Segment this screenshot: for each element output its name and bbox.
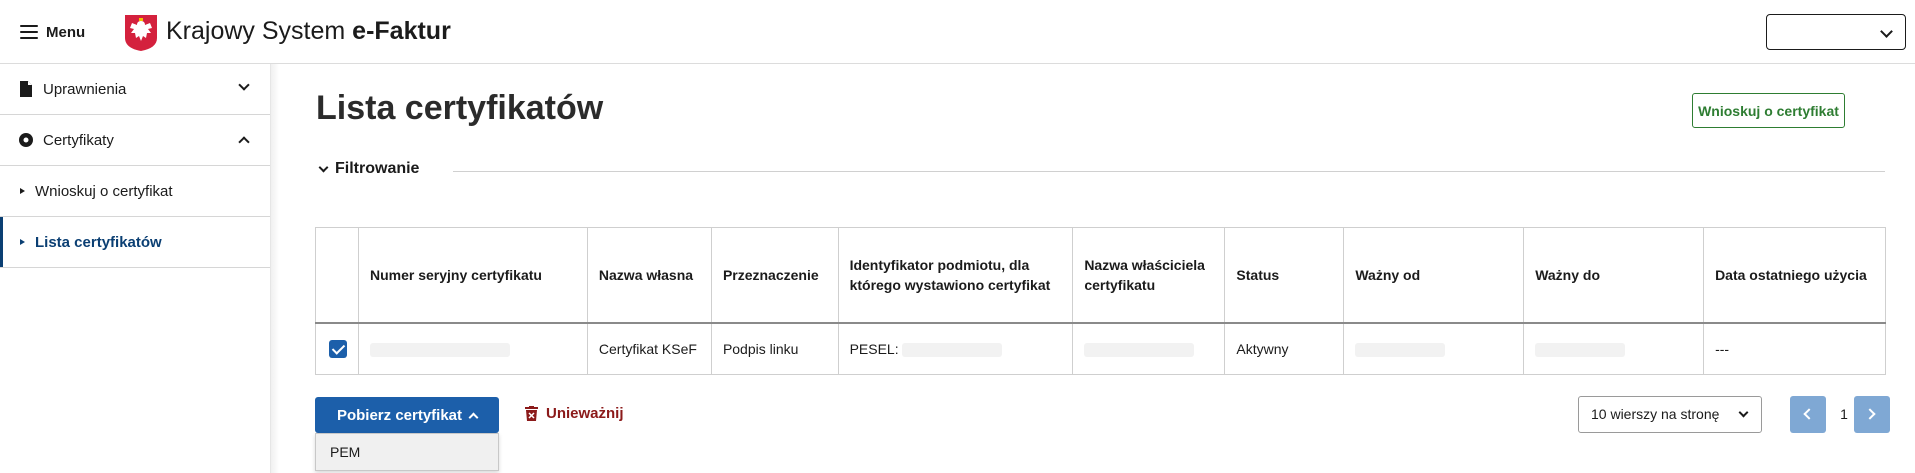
cell-valid-from	[1343, 322, 1525, 375]
sidebar-item-certyfikaty[interactable]: Certyfikaty	[0, 115, 270, 166]
brand-bold: e-Faktur	[352, 17, 451, 45]
sidebar-subitem-label: Wnioskuj o certyfikat	[35, 182, 173, 200]
cell-purpose: Podpis linku	[710, 322, 839, 375]
chevron-up-icon	[468, 412, 479, 422]
chevron-down-icon	[1738, 407, 1749, 418]
triangle-right-icon	[20, 239, 25, 245]
identifier-label: PESEL:	[849, 340, 899, 357]
row-checkbox[interactable]	[329, 339, 347, 358]
sidebar-subitem-lista[interactable]: Lista certyfikatów	[0, 217, 270, 268]
sidebar-shadow	[271, 64, 279, 473]
download-format-menu: PEM	[315, 433, 499, 471]
download-label: Pobierz certyfikat	[336, 406, 463, 424]
column-header[interactable]: Data ostatniego użycia	[1703, 227, 1886, 323]
revoke-label: Unieważnij	[546, 405, 624, 422]
sidebar-item-label: Certyfikaty	[43, 131, 114, 149]
request-certificate-button[interactable]: Wnioskuj o certyfikat	[1692, 93, 1845, 128]
download-certificate-button[interactable]: Pobierz certyfikat	[315, 397, 499, 433]
page-title: Lista certyfikatów	[316, 89, 604, 127]
triangle-right-icon	[20, 188, 25, 194]
cell-last-used: ---	[1703, 322, 1886, 375]
sidebar-subitem-wnioskuj[interactable]: Wnioskuj o certyfikat	[0, 166, 270, 217]
cell-valid-to	[1523, 322, 1705, 375]
filter-label: Filtrowanie	[335, 160, 420, 177]
cell-name: Certyfikat KSeF	[586, 322, 712, 375]
row-select-cell	[315, 322, 359, 375]
column-header[interactable]: Identyfikator podmiotu, dla którego wyst…	[837, 227, 1074, 323]
column-header[interactable]: Numer seryjny certyfikatu	[358, 227, 588, 323]
next-page-button[interactable]	[1854, 396, 1890, 433]
polish-eagle-emblem-icon	[125, 15, 157, 51]
column-header-select	[315, 227, 359, 323]
cell-status: Aktywny	[1224, 322, 1345, 375]
menu-button[interactable]: Menu	[20, 20, 85, 44]
chevron-down-icon	[1880, 25, 1893, 38]
redacted-value	[370, 342, 510, 357]
redacted-value	[902, 342, 1003, 357]
cell-owner	[1072, 322, 1226, 375]
sidebar: Uprawnienia Certyfikaty Wnioskuj o certy…	[0, 64, 271, 473]
brand-regular: Krajowy System	[166, 17, 353, 45]
column-header[interactable]: Przeznaczenie	[710, 227, 839, 323]
prev-page-button[interactable]	[1790, 396, 1826, 433]
app-title: Krajowy System e-Faktur	[166, 17, 451, 46]
chevron-down-icon	[318, 162, 329, 172]
cell-identifier: PESEL:	[837, 322, 1074, 375]
filter-toggle[interactable]: Filtrowanie	[318, 160, 420, 178]
table-header-row: Numer seryjny certyfikatu Nazwa własna P…	[315, 227, 1886, 323]
trash-icon	[525, 406, 538, 421]
user-context-select[interactable]	[1766, 14, 1906, 50]
menu-item-pem[interactable]: PEM	[316, 434, 498, 470]
sidebar-item-label: Uprawnienia	[43, 80, 127, 98]
column-header[interactable]: Ważny do	[1523, 227, 1705, 323]
sidebar-subitem-label: Lista certyfikatów	[35, 233, 162, 251]
sidebar-item-uprawnienia[interactable]: Uprawnienia	[0, 64, 270, 115]
chevron-left-icon	[1803, 408, 1815, 420]
column-header[interactable]: Status	[1224, 227, 1345, 323]
current-page-number: 1	[1840, 406, 1848, 422]
document-icon	[20, 81, 32, 97]
hamburger-icon	[20, 25, 38, 39]
menu-label: Menu	[46, 23, 86, 41]
column-header[interactable]: Nazwa własna	[586, 227, 712, 323]
chevron-up-icon	[238, 136, 250, 148]
rows-per-page-select[interactable]: 10 wierszy na stronę	[1578, 396, 1762, 433]
rows-per-page-value: 10 wierszy na stronę	[1591, 406, 1720, 422]
cell-serial	[358, 322, 588, 375]
chevron-right-icon	[1864, 408, 1876, 420]
redacted-value	[1535, 342, 1626, 357]
column-header[interactable]: Ważny od	[1343, 227, 1525, 323]
certificates-table: Numer seryjny certyfikatu Nazwa własna P…	[315, 227, 1886, 375]
table-row[interactable]: Certyfikat KSeF Podpis linku PESEL: Akty…	[315, 322, 1886, 375]
divider	[453, 171, 1885, 172]
revoke-button[interactable]: Unieważnij	[525, 405, 624, 422]
disc-icon	[19, 133, 33, 147]
redacted-value	[1355, 342, 1446, 357]
redacted-value	[1084, 342, 1195, 357]
top-header: Menu Krajowy System e-Faktur	[0, 0, 1915, 64]
chevron-down-icon	[238, 79, 250, 91]
column-header[interactable]: Nazwa właściciela certyfikatu	[1072, 227, 1226, 323]
